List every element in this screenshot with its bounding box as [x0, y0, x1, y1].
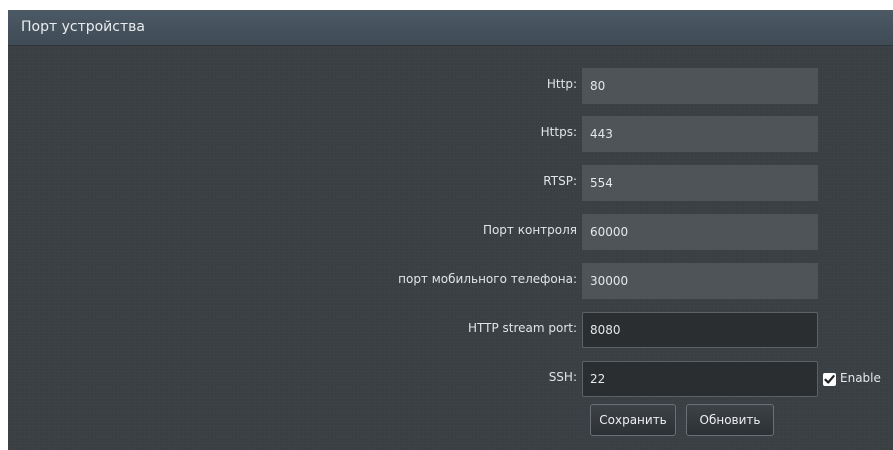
mobile-port-input[interactable]	[582, 263, 818, 299]
form-row-mobile-port: порт мобильного телефона:	[8, 263, 893, 299]
control-port-input[interactable]	[582, 214, 818, 250]
refresh-button[interactable]: Обновить	[686, 404, 774, 436]
form-row-ssh: SSH: Enable	[8, 361, 893, 397]
rtsp-port-input[interactable]	[582, 165, 818, 201]
checkmark-icon	[824, 375, 835, 384]
control-port-label: Порт контроля	[482, 223, 577, 237]
panel-title: Порт устройства	[21, 19, 145, 35]
http-stream-port-input[interactable]	[582, 312, 818, 348]
http-label: Http:	[546, 77, 577, 91]
https-port-input[interactable]	[582, 116, 818, 152]
http-stream-port-label: HTTP stream port:	[467, 321, 577, 335]
mobile-port-label: порт мобильного телефона:	[398, 272, 577, 286]
ssh-label: SSH:	[548, 370, 577, 384]
ssh-enable-checkbox[interactable]	[823, 373, 836, 386]
panel-header: Порт устройства	[8, 10, 893, 46]
form-row-http: Http:	[8, 68, 893, 104]
ssh-port-input[interactable]	[582, 361, 818, 397]
rtsp-label: RTSP:	[543, 174, 577, 188]
http-port-input[interactable]	[582, 68, 818, 104]
https-label: Https:	[540, 125, 577, 139]
form-row-http-stream: HTTP stream port:	[8, 312, 893, 348]
form-row-rtsp: RTSP:	[8, 165, 893, 201]
ssh-enable-label: Enable	[840, 371, 881, 385]
form-row-control-port: Порт контроля	[8, 214, 893, 250]
save-button[interactable]: Сохранить	[590, 404, 676, 436]
form-row-https: Https:	[8, 116, 893, 152]
